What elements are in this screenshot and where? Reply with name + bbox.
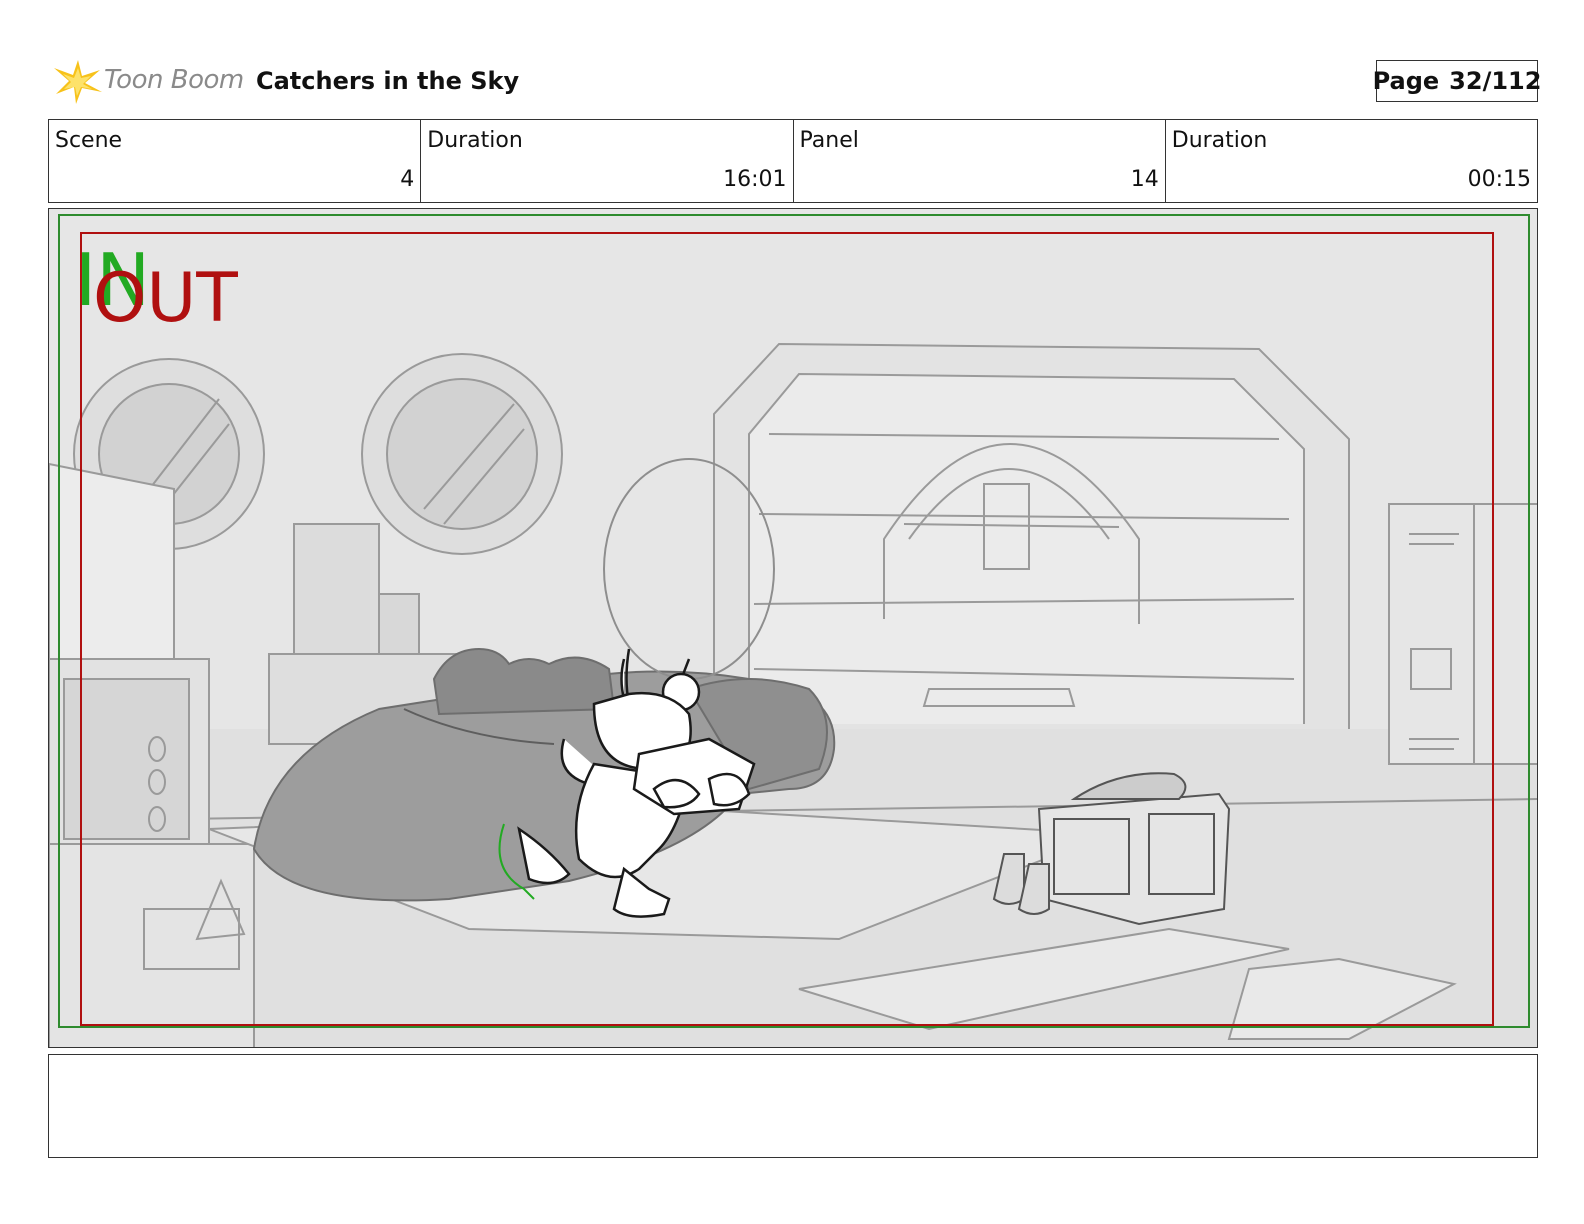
panel-label: Panel	[799, 128, 859, 153]
scene-label: Scene	[55, 128, 123, 153]
storyboard-panel: IN OUT	[48, 208, 1538, 1048]
panel-value: 14	[1130, 167, 1159, 192]
starburst-icon	[54, 60, 102, 104]
scene-cell: Scene 4	[49, 120, 422, 202]
scene-duration-label: Duration	[427, 128, 523, 153]
panel-duration-cell: Duration 00:15	[1166, 120, 1537, 202]
panel-duration-value: 00:15	[1467, 167, 1531, 192]
out-marker: OUT	[93, 259, 238, 338]
brand-name: Toon Boom	[104, 65, 244, 95]
scene-duration-cell: Duration 16:01	[421, 120, 794, 202]
page-indicator: Page 32/112	[1372, 60, 1542, 102]
panel-sketch: IN OUT	[49, 214, 1537, 1047]
panel-notes	[48, 1054, 1538, 1158]
page-label: Page	[1372, 67, 1440, 95]
panel-duration-label: Duration	[1171, 128, 1268, 153]
panel-cell: Panel 14	[794, 120, 1166, 202]
scene-value: 4	[400, 167, 415, 192]
scene-duration-value: 16:01	[723, 167, 787, 192]
toon-boom-logo: Toon Boom	[52, 56, 244, 106]
panel-info-table: Scene 4 Duration 16:01 Panel 14 Duration…	[48, 119, 1538, 203]
page-number: 32/112	[1449, 67, 1542, 95]
project-title: Catchers in the Sky	[256, 67, 520, 95]
